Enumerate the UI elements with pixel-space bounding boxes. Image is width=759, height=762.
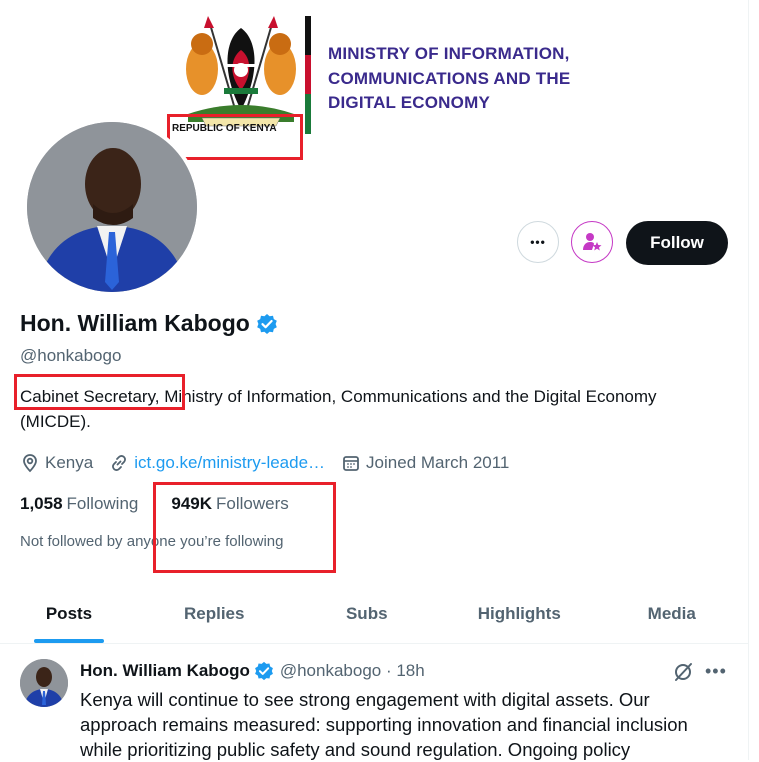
tweet-author-name[interactable]: Hon. William Kabogo <box>80 661 250 681</box>
more-options-button[interactable]: ••• <box>517 221 559 263</box>
kenya-flag-bar <box>305 16 311 134</box>
avatar-photo <box>27 122 197 292</box>
location-text: Kenya <box>45 453 94 472</box>
link-icon <box>112 455 127 471</box>
annotation-box-republic <box>167 114 303 160</box>
follow-button[interactable]: Follow <box>626 221 728 265</box>
profile-tabs: Posts Replies Subs Highlights Media <box>0 585 748 644</box>
tab-highlights[interactable]: Highlights <box>443 585 596 643</box>
location-item: Kenya <box>20 453 93 473</box>
annotation-box-cabinet-secretary <box>14 374 185 410</box>
column-divider <box>748 0 749 760</box>
following-stat[interactable]: 1,058 Following <box>20 494 138 514</box>
website-item[interactable]: ict.go.ke/ministry-leade… <box>109 453 325 473</box>
ministry-title-line: DIGITAL ECONOMY <box>328 93 490 112</box>
ministry-title-line: MINISTRY OF INFORMATION, <box>328 44 570 63</box>
tweet-handle-time[interactable]: @honkabogo · 18h <box>280 661 425 681</box>
website-link[interactable]: ict.go.ke/ministry-leade… <box>134 453 325 473</box>
tweet-header: Hon. William Kabogo @honkabogo · 18h <box>80 661 425 681</box>
ministry-title: MINISTRY OF INFORMATION, COMMUNICATIONS … <box>328 42 570 116</box>
following-label: Following <box>66 494 139 513</box>
joined-text: Joined March 2011 <box>366 453 510 472</box>
tab-subs[interactable]: Subs <box>291 585 444 643</box>
profile-handle: @honkabogo <box>20 346 122 365</box>
annotation-box-followers <box>153 482 336 573</box>
tweet-text: Kenya will continue to see strong engage… <box>80 689 688 760</box>
tab-replies[interactable]: Replies <box>138 585 291 643</box>
tweet-avatar-photo <box>20 659 68 707</box>
profile-name-text: Hon. William Kabogo <box>20 310 250 336</box>
calendar-icon <box>343 456 359 471</box>
profile-avatar[interactable] <box>23 118 201 296</box>
verified-badge-icon[interactable] <box>256 313 278 335</box>
ministry-title-line: COMMUNICATIONS AND THE <box>328 68 571 88</box>
tweet-avatar[interactable] <box>20 659 68 707</box>
location-pin-icon <box>23 454 37 473</box>
tweet-verified-badge-icon[interactable] <box>254 661 274 681</box>
subscribe-button[interactable] <box>571 221 613 263</box>
profile-name: Hon. William Kabogo <box>20 310 278 337</box>
tab-media[interactable]: Media <box>596 585 749 643</box>
more-options-icon: ••• <box>530 235 546 249</box>
joined-item: Joined March 2011 <box>341 453 509 473</box>
subscribe-star-person-icon <box>583 233 602 251</box>
tab-posts[interactable]: Posts <box>0 585 138 643</box>
profile-meta: Kenya ict.go.ke/ministry-leade… Joined M… <box>20 451 525 475</box>
following-count: 1,058 <box>20 494 63 513</box>
grok-icon[interactable] <box>672 661 694 683</box>
tweet-more-options-icon[interactable]: ••• <box>705 661 727 682</box>
